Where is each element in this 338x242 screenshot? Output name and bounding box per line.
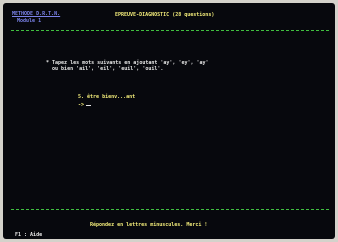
top-divider bbox=[11, 30, 329, 31]
text-cursor bbox=[86, 105, 92, 106]
answer-prompt: -> bbox=[78, 102, 85, 108]
instruction-text: * Tapez les mots suivants en ajoutant 'a… bbox=[46, 60, 209, 72]
instruction-line-2: ou bien 'ail', 'eil', 'euil', 'ouil'. bbox=[46, 66, 164, 72]
help-key-hint[interactable]: F1 : Aide bbox=[15, 232, 42, 238]
module-label: Module 1 bbox=[17, 18, 42, 24]
bottom-divider bbox=[11, 209, 329, 210]
terminal-screen: METHODE D.R.T.N. Module 1 EPREUVE-DIAGNO… bbox=[3, 3, 335, 239]
question-text: 5. être bienv...ant bbox=[78, 94, 136, 100]
screen-title: EPREUVE-DIAGNOSTIC (28 questions) bbox=[115, 12, 215, 18]
program-name: METHODE D.R.T.N. bbox=[12, 11, 61, 17]
answer-input-line[interactable]: -> bbox=[78, 102, 92, 108]
footer-message: Répondez en lettres minuscules. Merci ! bbox=[90, 222, 208, 228]
monitor-frame: METHODE D.R.T.N. Module 1 EPREUVE-DIAGNO… bbox=[0, 0, 338, 242]
